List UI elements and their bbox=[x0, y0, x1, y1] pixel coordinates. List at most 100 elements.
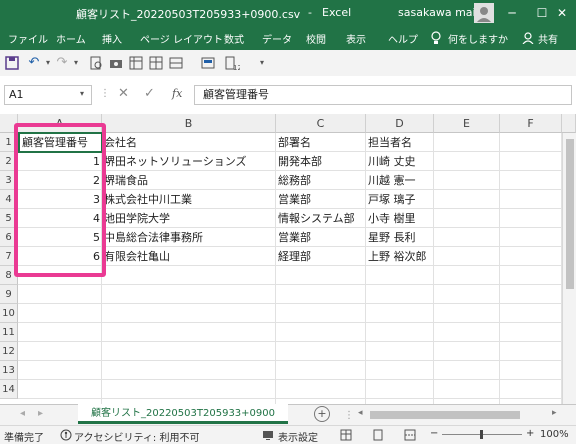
cell-d2[interactable]: 川崎 丈史 bbox=[366, 152, 434, 171]
vertical-scrollbar[interactable] bbox=[562, 133, 576, 404]
zoom-level[interactable]: 100% bbox=[540, 429, 569, 440]
display-settings-icon bbox=[263, 431, 273, 440]
tab-formulas[interactable]: 数式 bbox=[224, 31, 244, 46]
tab-page-layout[interactable]: ページ レイアウト bbox=[140, 31, 223, 46]
more-options-icon: ⋮ bbox=[344, 410, 354, 421]
zoom-in-button[interactable]: + bbox=[526, 428, 534, 439]
zoom-out-button[interactable]: − bbox=[430, 428, 438, 439]
cell-c2[interactable]: 開発本部 bbox=[276, 152, 366, 171]
row-header-12[interactable]: 12 bbox=[0, 342, 18, 361]
row-header-13[interactable]: 13 bbox=[0, 361, 18, 380]
quick-access-toolbar: ↶ ▾ ↷ ▾ 12 ▾ bbox=[0, 50, 576, 77]
scroll-right-icon[interactable]: ▸ bbox=[552, 408, 557, 418]
sort-icon[interactable]: 12 bbox=[224, 55, 240, 71]
tab-data[interactable]: データ bbox=[262, 31, 292, 46]
column-header-e[interactable]: E bbox=[434, 114, 500, 133]
cancel-icon[interactable]: ✕ bbox=[118, 86, 129, 101]
cell-d1[interactable]: 担当者名 bbox=[366, 133, 434, 152]
ribbon-tabs: ファイル ホーム 挿入 ページ レイアウト 数式 データ 校閲 表示 ヘルプ 何… bbox=[0, 26, 576, 50]
scrollbar-thumb[interactable] bbox=[566, 139, 574, 289]
cell-c6[interactable]: 営業部 bbox=[276, 228, 366, 247]
cell-c7[interactable]: 経理部 bbox=[276, 247, 366, 266]
cell-d3[interactable]: 川越 憲一 bbox=[366, 171, 434, 190]
pivot-table-icon[interactable] bbox=[128, 55, 144, 71]
cell-d5[interactable]: 小寺 樹里 bbox=[366, 209, 434, 228]
row-header-11[interactable]: 11 bbox=[0, 323, 18, 342]
enter-icon[interactable]: ✓ bbox=[144, 86, 155, 101]
save-icon[interactable] bbox=[4, 55, 20, 71]
customize-toolbar-icon[interactable]: ▾ bbox=[254, 55, 270, 71]
formula-input[interactable]: 顧客管理番号 bbox=[194, 85, 572, 105]
tab-home[interactable]: ホーム bbox=[56, 31, 86, 46]
cell-b6[interactable]: 中島総合法律事務所 bbox=[102, 228, 276, 247]
title-separator: - bbox=[308, 6, 312, 19]
scrollbar-top bbox=[562, 114, 576, 133]
lightbulb-icon bbox=[431, 31, 441, 44]
print-preview-icon[interactable] bbox=[88, 55, 104, 71]
cell-c4[interactable]: 営業部 bbox=[276, 190, 366, 209]
row-header-9[interactable]: 9 bbox=[0, 285, 18, 304]
tab-insert[interactable]: 挿入 bbox=[102, 31, 122, 46]
normal-view-icon[interactable] bbox=[340, 429, 352, 441]
scrollbar-thumb[interactable] bbox=[370, 411, 520, 419]
row-header-14[interactable]: 14 bbox=[0, 380, 18, 399]
tell-me-search[interactable]: 何をしますか bbox=[448, 31, 508, 46]
status-bar: 準備完了 アクセシビリティ: 利用不可 表示設定 − + 100% bbox=[0, 425, 576, 444]
cell-b3[interactable]: 堺瑞食品 bbox=[102, 171, 276, 190]
add-sheet-icon[interactable]: + bbox=[314, 406, 330, 422]
share-person-icon bbox=[522, 32, 534, 44]
highlight-annotation bbox=[14, 123, 106, 277]
cell-b7[interactable]: 有限会社亀山 bbox=[102, 247, 276, 266]
column-header-b[interactable]: B bbox=[102, 114, 276, 133]
page-layout-icon[interactable] bbox=[372, 429, 384, 441]
sheet-tab[interactable]: 顧客リスト_20220503T205933+0900 bbox=[78, 404, 288, 424]
tab-help[interactable]: ヘルプ bbox=[388, 31, 418, 46]
cell-b2[interactable]: 堺田ネットソリューションズ bbox=[102, 152, 276, 171]
cell-b5[interactable]: 池田学院大学 bbox=[102, 209, 276, 228]
user-icon bbox=[477, 7, 491, 22]
scroll-tabs-left-icon[interactable]: ◂ bbox=[20, 408, 25, 419]
column-header-d[interactable]: D bbox=[366, 114, 434, 133]
cell-b4[interactable]: 株式会社中川工業 bbox=[102, 190, 276, 209]
table-icon[interactable] bbox=[148, 55, 164, 71]
formula-bar: A1 ▾ ⋮ ✕ ✓ fx 顧客管理番号 bbox=[0, 76, 576, 114]
cell-d6[interactable]: 星野 長利 bbox=[366, 228, 434, 247]
minimize-button[interactable]: ─ bbox=[496, 0, 528, 26]
cell-c3[interactable]: 総務部 bbox=[276, 171, 366, 190]
column-header-f[interactable]: F bbox=[500, 114, 562, 133]
scroll-tabs-right-icon[interactable]: ▸ bbox=[38, 408, 43, 419]
chevron-down-icon[interactable]: ▾ bbox=[80, 89, 84, 98]
avatar[interactable] bbox=[474, 3, 494, 23]
accessibility-status[interactable]: アクセシビリティ: 利用不可 bbox=[74, 429, 199, 444]
user-name[interactable]: sasakawa mai bbox=[398, 6, 476, 19]
insert-function-icon[interactable]: fx bbox=[172, 87, 182, 100]
cell-d7[interactable]: 上野 裕次郎 bbox=[366, 247, 434, 266]
horizontal-scrollbar[interactable]: ◂ ▸ bbox=[354, 408, 576, 422]
insert-table-icon[interactable] bbox=[168, 55, 184, 71]
cell-c5[interactable]: 情報システム部 bbox=[276, 209, 366, 228]
zoom-slider-thumb[interactable] bbox=[480, 430, 483, 439]
camera-icon[interactable] bbox=[108, 55, 124, 71]
tab-review[interactable]: 校閲 bbox=[306, 31, 326, 46]
page-break-preview-icon[interactable] bbox=[404, 429, 416, 441]
name-box[interactable]: A1 bbox=[4, 85, 92, 105]
tab-view[interactable]: 表示 bbox=[346, 31, 366, 46]
tab-file[interactable]: ファイル bbox=[8, 31, 48, 46]
cell-d4[interactable]: 戸塚 璃子 bbox=[366, 190, 434, 209]
zoom-slider[interactable] bbox=[442, 430, 522, 439]
more-options-icon: ⋮ bbox=[100, 88, 110, 99]
format-cells-icon[interactable] bbox=[200, 55, 216, 71]
chevron-down-icon[interactable]: ▾ bbox=[68, 55, 84, 71]
close-button[interactable]: ✕ bbox=[546, 0, 576, 26]
display-settings-button[interactable]: 表示設定 bbox=[278, 429, 318, 444]
sheet-tab-bar: ◂ ▸ 顧客リスト_20220503T205933+0900 + ⋮ ◂ ▸ bbox=[0, 404, 576, 426]
scroll-left-icon[interactable]: ◂ bbox=[358, 408, 363, 418]
row-header-10[interactable]: 10 bbox=[0, 304, 18, 323]
cell-c1[interactable]: 部署名 bbox=[276, 133, 366, 152]
column-header-c[interactable]: C bbox=[276, 114, 366, 133]
title-bar: 顧客リスト_20220503T205933+0900.csv - Excel s… bbox=[0, 0, 576, 26]
share-button[interactable]: 共有 bbox=[538, 31, 558, 46]
app-name: Excel bbox=[322, 6, 352, 19]
cell-b1[interactable]: 会社名 bbox=[102, 133, 276, 152]
ready-status: 準備完了 bbox=[4, 433, 44, 444]
